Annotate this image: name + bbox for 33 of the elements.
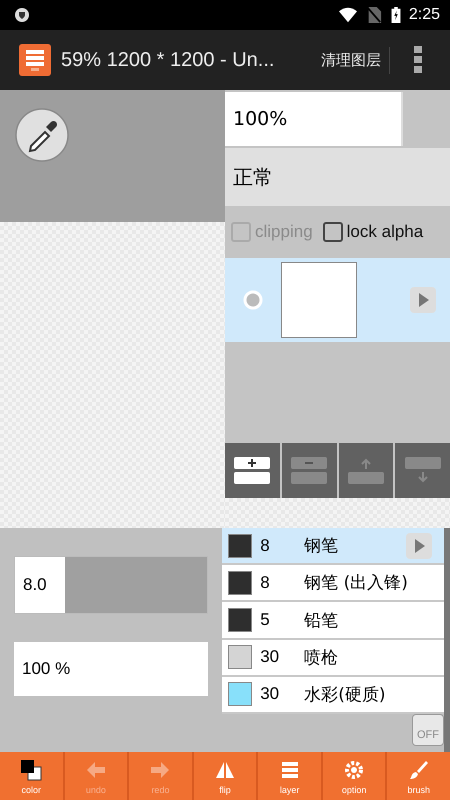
down-layer-icon [404,456,441,484]
window-title: 59% 1200 * 1200 - Un... [61,48,276,72]
brush-opacity-field[interactable]: 100 % [14,642,208,696]
eyedropper-icon[interactable] [15,108,69,162]
brush-row[interactable]: 8 钢笔 [222,528,444,566]
add-layer-icon [234,456,270,484]
wifi-icon [338,7,357,23]
app-logo-icon [19,44,51,76]
add-layer-button[interactable] [225,443,280,498]
play-icon[interactable] [406,532,432,559]
play-icon[interactable] [410,287,436,313]
brush-row[interactable]: 5 铅笔 [222,602,444,640]
right-arrow-icon [149,759,172,781]
visibility-dot-icon[interactable] [243,290,263,310]
brush-row[interactable]: 30 水彩(硬质) [222,676,444,714]
layer-opacity-field[interactable]: 100% [225,92,403,146]
remove-layer-icon [291,456,328,484]
brush-icon [408,759,430,781]
brush-size-value: 8.0 [15,557,65,613]
up-layer-icon [348,456,384,484]
battery-icon [390,7,401,23]
more-icon[interactable] [414,46,422,74]
gear-icon [343,759,366,781]
layer-option-checkbox[interactable]: lock alpha [322,222,424,242]
blend-mode-selector[interactable]: 正常 [225,148,450,206]
brush-row[interactable]: 30 喷枪 [222,640,444,677]
brush-size-slider[interactable]: 8.0 [14,556,208,614]
shield-icon [14,7,30,23]
clear-layer-button[interactable]: 清理图层 [317,46,390,74]
color-swatch-icon [20,759,42,781]
brush-row[interactable]: 8 钢笔 (出入锋) [222,565,444,602]
clock: 2:25 [408,6,440,24]
layer-row[interactable] [225,258,450,342]
